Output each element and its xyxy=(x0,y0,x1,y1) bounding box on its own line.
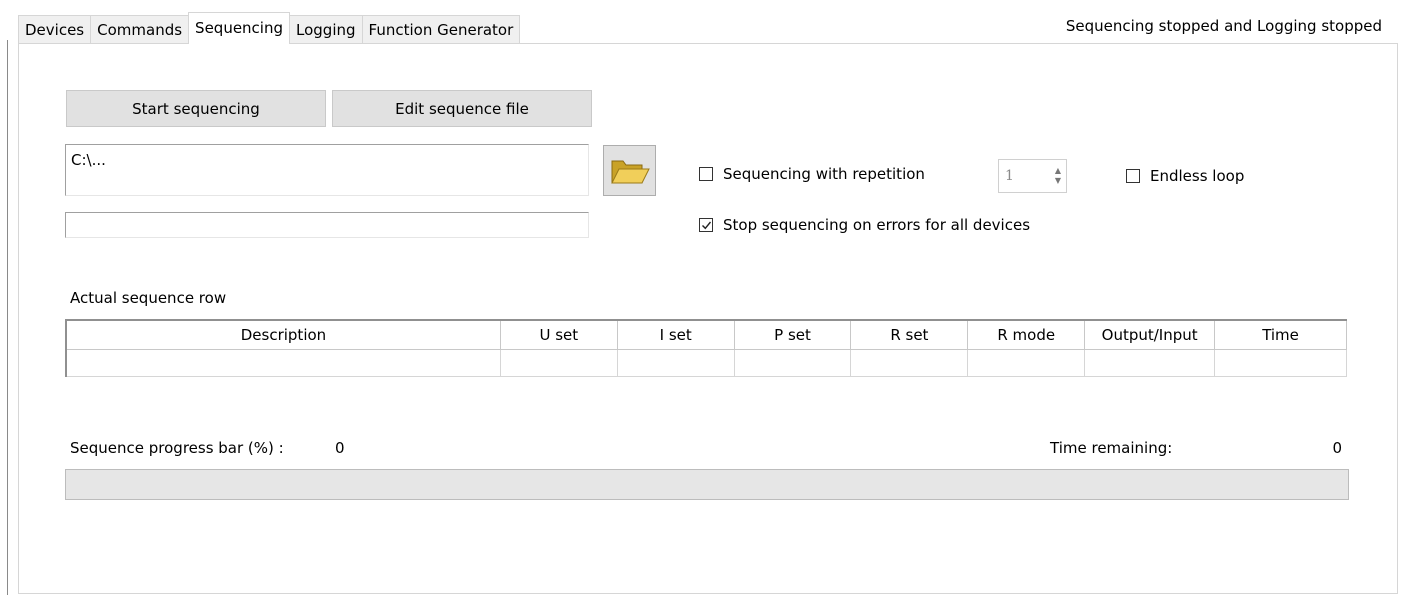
column-header-r-set: R set xyxy=(850,319,969,350)
table-cell xyxy=(499,348,618,377)
time-remaining-value: 0 xyxy=(1332,439,1342,457)
tab-strip: Devices Commands Sequencing Logging Func… xyxy=(18,12,521,44)
endless-loop-option[interactable]: Endless loop xyxy=(1126,167,1244,185)
stop-on-errors-checkbox[interactable] xyxy=(699,218,713,232)
sequence-row-title: Actual sequence row xyxy=(70,289,227,307)
table-cell xyxy=(616,348,735,377)
tab-function-generator[interactable]: Function Generator xyxy=(361,15,521,44)
window-edge xyxy=(7,40,8,595)
sequencing-window: Devices Commands Sequencing Logging Func… xyxy=(0,0,1410,595)
edit-sequence-file-button[interactable]: Edit sequence file xyxy=(332,90,592,127)
repetition-option[interactable]: Sequencing with repetition xyxy=(699,165,925,183)
repetition-count-stepper[interactable]: 1 ▲ ▼ xyxy=(998,159,1067,193)
table-cell xyxy=(1084,348,1216,377)
table-row xyxy=(64,348,1347,377)
arrow-down-icon[interactable]: ▼ xyxy=(1055,176,1061,186)
repetition-label: Sequencing with repetition xyxy=(723,165,925,183)
sequencing-tab-page: Start sequencing Edit sequence file C:\.… xyxy=(18,43,1398,594)
tab-devices[interactable]: Devices xyxy=(18,15,92,44)
start-sequencing-button[interactable]: Start sequencing xyxy=(66,90,326,127)
stop-on-errors-label: Stop sequencing on errors for all device… xyxy=(723,216,1031,234)
checkmark-icon xyxy=(701,221,711,229)
column-header-p-set: P set xyxy=(733,319,852,350)
endless-loop-label: Endless loop xyxy=(1150,167,1245,185)
table-cell xyxy=(733,348,852,377)
progress-label: Sequence progress bar (%) : xyxy=(70,439,284,457)
sequence-row-table: Description U set I set P set R set R mo… xyxy=(64,319,1347,377)
stepper-arrows[interactable]: ▲ ▼ xyxy=(1050,160,1066,192)
sequence-file-info-field[interactable] xyxy=(65,212,589,238)
column-header-description: Description xyxy=(64,319,501,350)
tab-sequencing[interactable]: Sequencing xyxy=(188,12,291,44)
table-cell xyxy=(64,348,501,377)
stop-on-errors-option[interactable]: Stop sequencing on errors for all device… xyxy=(699,216,1030,234)
arrow-up-icon[interactable]: ▲ xyxy=(1055,166,1061,176)
table-cell xyxy=(1214,348,1347,377)
progress-value: 0 xyxy=(335,439,345,457)
column-header-u-set: U set xyxy=(499,319,618,350)
folder-open-icon xyxy=(610,160,650,183)
tab-logging[interactable]: Logging xyxy=(289,15,363,44)
column-header-time: Time xyxy=(1214,319,1347,350)
sequence-progress-bar xyxy=(65,469,1349,500)
table-cell xyxy=(967,348,1086,377)
column-header-r-mode: R mode xyxy=(967,319,1086,350)
sequence-file-path-field[interactable]: C:\... xyxy=(65,144,589,196)
column-header-i-set: I set xyxy=(616,319,735,350)
browse-folder-button[interactable] xyxy=(603,145,656,196)
column-header-output-input: Output/Input xyxy=(1084,319,1216,350)
tab-commands[interactable]: Commands xyxy=(90,15,190,44)
repetition-count-value[interactable]: 1 xyxy=(999,160,1050,192)
table-cell xyxy=(850,348,969,377)
endless-loop-checkbox[interactable] xyxy=(1126,169,1140,183)
table-header-row: Description U set I set P set R set R mo… xyxy=(64,319,1347,350)
status-text: Sequencing stopped and Logging stopped xyxy=(1065,17,1382,35)
repetition-checkbox[interactable] xyxy=(699,167,713,181)
time-remaining-label: Time remaining: xyxy=(1050,439,1173,457)
